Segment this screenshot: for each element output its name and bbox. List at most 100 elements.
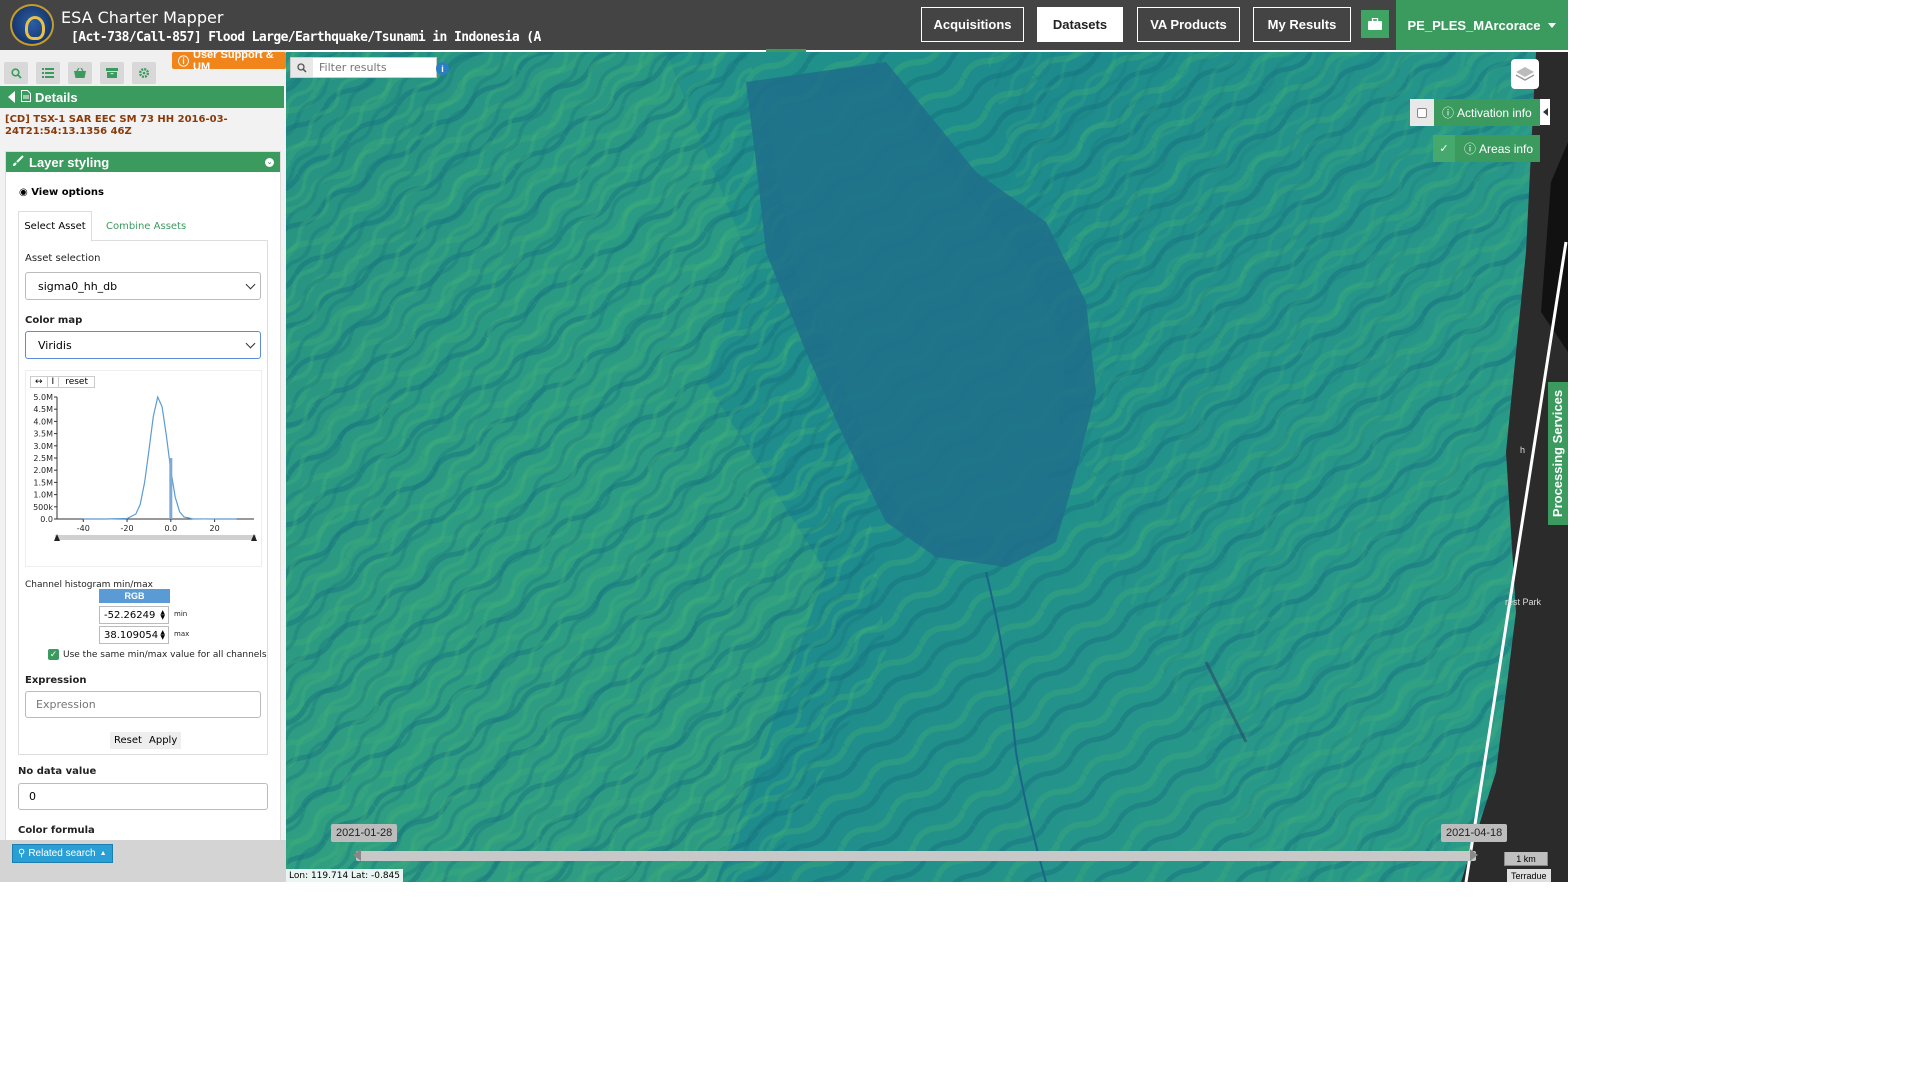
nav-my-results[interactable]: My Results — [1253, 7, 1351, 42]
histogram-range-track — [55, 535, 256, 540]
search-icon[interactable] — [291, 58, 313, 77]
same-minmax-option[interactable]: ✓ Use the same min/max value for all cha… — [48, 649, 267, 660]
y-tick-label: 2.5M — [33, 454, 53, 463]
search-icon: ⚲ — [18, 848, 26, 859]
layer-styling-header[interactable]: Layer styling ⌄ — [6, 152, 280, 172]
related-search-button[interactable]: ⚲ Related search ▲ — [12, 844, 113, 863]
info-icon: ⓘ — [1442, 106, 1455, 120]
y-tick-label: 2.0M — [33, 466, 53, 475]
timeline-start-handle[interactable] — [353, 849, 361, 861]
max-input[interactable]: 38.109054 ▲ ▼ — [99, 626, 169, 644]
areas-info-checkbox[interactable]: ✓ — [1433, 135, 1455, 162]
info-icon[interactable]: i — [436, 62, 449, 75]
spinner-icon[interactable]: ▲ ▼ — [160, 610, 165, 621]
min-label: min — [174, 610, 188, 618]
asset-selection-label: Asset selection — [25, 253, 101, 264]
y-tick-label: 4.5M — [33, 405, 53, 414]
briefcase-icon[interactable] — [1361, 10, 1389, 38]
y-tick-label: 1.0M — [33, 491, 53, 500]
basemap-label-2: h — [1520, 445, 1526, 455]
asset-select-value: sigma0_hh_db — [38, 279, 118, 293]
view-options-label: View options — [31, 187, 104, 198]
layer-styling-label: Layer styling — [29, 154, 110, 170]
max-input-value: 38.109054 — [104, 629, 159, 641]
activation-info-button[interactable]: ⓘ Activation info — [1410, 99, 1540, 126]
archive-icon[interactable] — [100, 62, 124, 84]
gear-icon[interactable] — [132, 62, 156, 84]
apply-button[interactable]: Apply — [145, 732, 182, 749]
no-data-input[interactable]: 0 — [18, 783, 268, 810]
spinner-icon[interactable]: ▲ ▼ — [160, 630, 165, 641]
nav-va-products[interactable]: VA Products — [1137, 7, 1240, 42]
info-icon: ⓘ — [178, 55, 189, 68]
sar-image-layer — [286, 52, 1568, 882]
color-map-label: Color map — [25, 315, 83, 326]
details-header[interactable]: Details — [0, 86, 284, 108]
search-icon[interactable] — [4, 62, 28, 84]
y-tick-label: 0.0 — [40, 515, 53, 524]
user-name: PE_PLES_MArcorace — [1407, 17, 1541, 33]
asset-tabs: Select Asset Combine Assets — [18, 211, 268, 242]
map-view[interactable]: i ⓘ Activation info ✓ ⓘ Areas info Proce… — [286, 52, 1568, 882]
asset-select[interactable]: sigma0_hh_db — [25, 272, 261, 300]
x-tick-label: 0.0 — [164, 524, 177, 533]
related-search-label: Related search — [28, 848, 96, 859]
chevron-down-icon — [245, 338, 256, 349]
y-tick-label: 3.5M — [33, 430, 53, 439]
attribution[interactable]: Terradue — [1507, 869, 1551, 882]
activation-title: [Act-738/Call-857] Flood Large/Earthquak… — [71, 30, 541, 45]
timeline-end-handle[interactable] — [1470, 849, 1478, 861]
list-icon[interactable] — [36, 62, 60, 84]
color-formula-label: Color formula — [18, 825, 95, 836]
sidebar: ⓘ User Support & UM Details [CD] TSX-1 S… — [0, 49, 286, 882]
min-input[interactable]: -52.26249 ▲ ▼ — [99, 606, 169, 624]
filter-results-box — [290, 57, 437, 78]
reset-button[interactable]: Reset — [110, 732, 146, 749]
user-menu[interactable]: PE_PLES_MArcorace — [1396, 0, 1568, 50]
areas-info-label: Areas info — [1479, 141, 1534, 156]
basket-icon[interactable] — [68, 62, 92, 84]
checkbox-checked[interactable]: ✓ — [48, 649, 59, 660]
no-data-value: 0 — [29, 790, 36, 803]
esa-charter-logo[interactable] — [10, 4, 54, 46]
no-data-label: No data value — [18, 766, 97, 777]
x-tick-label: 20 — [210, 524, 220, 533]
right-panel-handle[interactable] — [1540, 99, 1550, 125]
collapse-icon[interactable]: ⌄ — [265, 157, 274, 167]
nav-acquisitions[interactable]: Acquisitions — [921, 7, 1024, 42]
back-arrow-icon[interactable] — [8, 91, 15, 103]
processing-services-label: Processing Services — [1550, 389, 1566, 518]
brush-icon — [12, 154, 24, 170]
layers-button[interactable] — [1511, 59, 1539, 89]
histogram-range-marker — [169, 458, 173, 519]
basemap-label: rest Park — [1505, 597, 1542, 607]
eye-icon: ◉ — [19, 187, 32, 198]
checkbox-unchecked — [1417, 107, 1427, 118]
caret-up-icon: ▲ — [99, 850, 107, 857]
chevron-left-icon — [1542, 108, 1548, 116]
tab-combine-assets[interactable]: Combine Assets — [106, 211, 186, 241]
document-icon — [21, 89, 31, 105]
y-tick-label: 500k — [33, 503, 53, 512]
sidebar-toolbar: ⓘ User Support & UM — [0, 49, 286, 85]
areas-info-button[interactable]: ✓ ⓘ Areas info — [1433, 135, 1540, 162]
histogram-box: ↔ I reset 0.0 500k 1.0M 1.5M 2.0M 2.5M 3.0M 3.5… — [25, 370, 262, 567]
user-support-label: User Support & UM — [193, 48, 274, 73]
chevron-down-icon — [245, 279, 256, 290]
details-label: Details — [35, 89, 78, 105]
color-map-select[interactable]: Viridis — [25, 331, 261, 359]
expression-input[interactable] — [25, 691, 261, 718]
filter-results-input[interactable] — [313, 61, 431, 74]
view-options[interactable]: ◉ View options — [19, 187, 104, 198]
user-support-button[interactable]: ⓘ User Support & UM — [172, 49, 286, 73]
histogram-chart[interactable]: 0.0 500k 1.0M 1.5M 2.0M 2.5M 3.0M 3.5M 4.0M 4.5M 5… — [26, 371, 263, 568]
activation-info-checkbox[interactable] — [1410, 99, 1434, 126]
processing-services-tab[interactable]: Processing Services — [1548, 382, 1568, 525]
nav-datasets[interactable]: Datasets — [1037, 7, 1123, 42]
tab-select-asset[interactable]: Select Asset — [18, 211, 92, 242]
timeline-slider[interactable] — [356, 851, 1476, 861]
info-icon: ⓘ — [1464, 142, 1477, 156]
product-title: [CD] TSX-1 SAR EEC SM 73 HH 2016-03-24T2… — [5, 114, 228, 137]
y-tick-label: 1.5M — [33, 478, 53, 487]
timeline-end-label: 2021-04-18 — [1441, 824, 1508, 842]
